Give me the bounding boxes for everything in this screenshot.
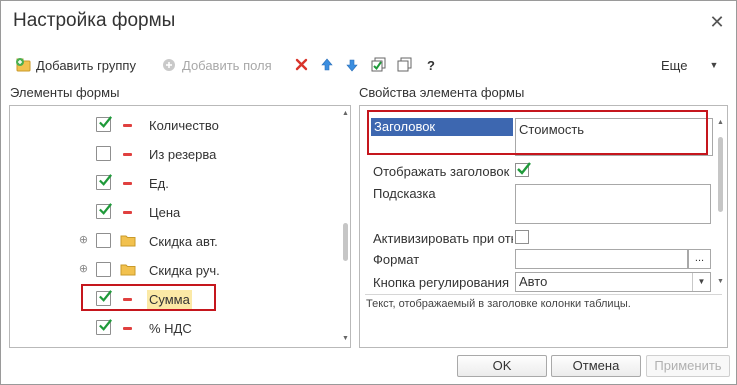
move-down-button[interactable] xyxy=(343,55,361,75)
more-button[interactable]: Еще ▼ xyxy=(661,55,718,75)
tooltip-label: Подсказка xyxy=(373,186,436,201)
tree-row-label: Количество xyxy=(149,118,219,133)
properties-scrollbar[interactable]: ▲ ▼ xyxy=(715,106,726,292)
chevron-down-icon: ▼ xyxy=(709,60,719,70)
row-checkbox[interactable] xyxy=(96,319,113,335)
expand-icon[interactable]: ⊕ xyxy=(78,235,89,246)
scroll-down-icon[interactable]: ▼ xyxy=(342,335,349,343)
element-properties-title: Свойства элемента формы xyxy=(359,85,525,100)
scroll-down-icon[interactable]: ▼ xyxy=(717,278,724,286)
check-all-button[interactable] xyxy=(370,55,388,75)
checkmark-icon xyxy=(517,162,531,175)
format-select-button[interactable]: ... xyxy=(688,249,711,269)
format-label: Формат xyxy=(373,252,420,267)
row-checkbox[interactable] xyxy=(96,203,113,219)
highlight-frame-header xyxy=(367,110,708,155)
more-label: Еще xyxy=(661,57,688,73)
scrollbar-thumb[interactable] xyxy=(718,137,723,212)
property-hint: Текст, отображаемый в заголовке колонки … xyxy=(366,298,631,310)
row-checkbox[interactable] xyxy=(96,116,113,132)
folder-icon xyxy=(120,234,136,247)
form-elements-tree: Количество Из резерва Ед. Цена ⊕ Скидка авт. ⊕… xyxy=(9,105,351,348)
tree-row[interactable]: % НДС xyxy=(10,314,338,343)
window-title: Настройка формы xyxy=(13,10,176,31)
check-all-icon xyxy=(370,56,388,74)
add-fields-icon xyxy=(161,56,179,74)
checkmark-icon xyxy=(99,319,113,331)
add-fields-label: Добавить поля xyxy=(182,57,272,73)
tree-row[interactable]: Из резерва xyxy=(10,140,338,169)
field-icon xyxy=(123,327,132,330)
tree-row-label: Из резерва xyxy=(149,147,217,162)
scrollbar-thumb[interactable] xyxy=(343,223,348,261)
activate-label: Активизировать при открытии xyxy=(373,231,513,246)
add-fields-button[interactable]: Добавить поля xyxy=(161,55,272,75)
arrow-down-icon xyxy=(343,56,361,74)
help-button[interactable]: ? xyxy=(427,55,435,75)
tree-row-label: Скидка руч. xyxy=(149,263,220,278)
activate-checkbox[interactable] xyxy=(515,230,529,244)
show-header-checkbox[interactable] xyxy=(515,162,531,177)
row-checkbox[interactable] xyxy=(96,262,111,277)
format-field[interactable] xyxy=(515,249,688,269)
form-elements-title: Элементы формы xyxy=(10,85,120,100)
field-icon xyxy=(123,153,132,156)
tooltip-field[interactable] xyxy=(515,184,711,224)
field-icon xyxy=(123,124,132,127)
uncheck-all-button[interactable] xyxy=(396,55,414,75)
highlight-frame-sum xyxy=(81,284,216,311)
show-header-label: Отображать заголовок xyxy=(373,164,510,179)
checkmark-icon xyxy=(99,116,113,128)
tree-row-label: Ед. xyxy=(149,176,169,191)
tree-row-label: Скидка авт. xyxy=(149,234,218,249)
tree-row-label: % НДС xyxy=(149,321,192,336)
help-icon: ? xyxy=(427,57,435,73)
divider xyxy=(365,294,722,295)
arrow-up-icon xyxy=(318,56,336,74)
row-checkbox[interactable] xyxy=(96,174,113,190)
row-checkbox[interactable] xyxy=(96,146,111,161)
adjust-button-select[interactable]: Авто ▼ xyxy=(515,272,711,292)
checkmark-icon xyxy=(99,203,113,215)
adjust-button-value: Авто xyxy=(519,274,548,289)
expand-icon[interactable]: ⊕ xyxy=(78,264,89,275)
cancel-button[interactable]: Отмена xyxy=(551,355,641,377)
toolbar: Добавить группу Добавить поля ? Еще ▼ xyxy=(1,51,737,77)
checkmark-icon xyxy=(99,174,113,186)
close-icon[interactable]: ✕ xyxy=(705,11,729,33)
tree-row[interactable]: Количество xyxy=(10,111,338,140)
tree-row[interactable]: ⊕ Скидка авт. xyxy=(10,227,338,256)
field-icon xyxy=(123,182,132,185)
tree-row-label: Цена xyxy=(149,205,181,220)
adjust-button-label: Кнопка регулирования xyxy=(373,275,510,290)
tree-row[interactable]: ⊕ Скидка руч. xyxy=(10,256,338,285)
folder-icon xyxy=(120,263,136,276)
ellipsis-icon: ... xyxy=(694,252,705,264)
delete-button[interactable] xyxy=(293,55,311,75)
tree-row[interactable]: Цена xyxy=(10,198,338,227)
ok-button[interactable]: OK xyxy=(457,355,547,377)
dropdown-arrow-icon[interactable]: ▼ xyxy=(692,273,710,291)
delete-icon xyxy=(293,56,311,74)
add-group-label: Добавить группу xyxy=(36,57,136,73)
apply-button[interactable]: Применить xyxy=(646,355,730,377)
tree-row[interactable]: Ед. xyxy=(10,169,338,198)
scroll-up-icon[interactable]: ▲ xyxy=(342,110,349,118)
uncheck-all-icon xyxy=(396,56,414,74)
scroll-up-icon[interactable]: ▲ xyxy=(717,119,724,127)
row-checkbox[interactable] xyxy=(96,233,111,248)
move-up-button[interactable] xyxy=(318,55,336,75)
add-group-icon xyxy=(15,56,33,74)
form-settings-window: Настройка формы ✕ Добавить группу Добави… xyxy=(0,0,737,385)
tree-scrollbar[interactable]: ▲ ▼ xyxy=(340,106,350,347)
add-group-button[interactable]: Добавить группу xyxy=(15,55,136,75)
field-icon xyxy=(123,211,132,214)
